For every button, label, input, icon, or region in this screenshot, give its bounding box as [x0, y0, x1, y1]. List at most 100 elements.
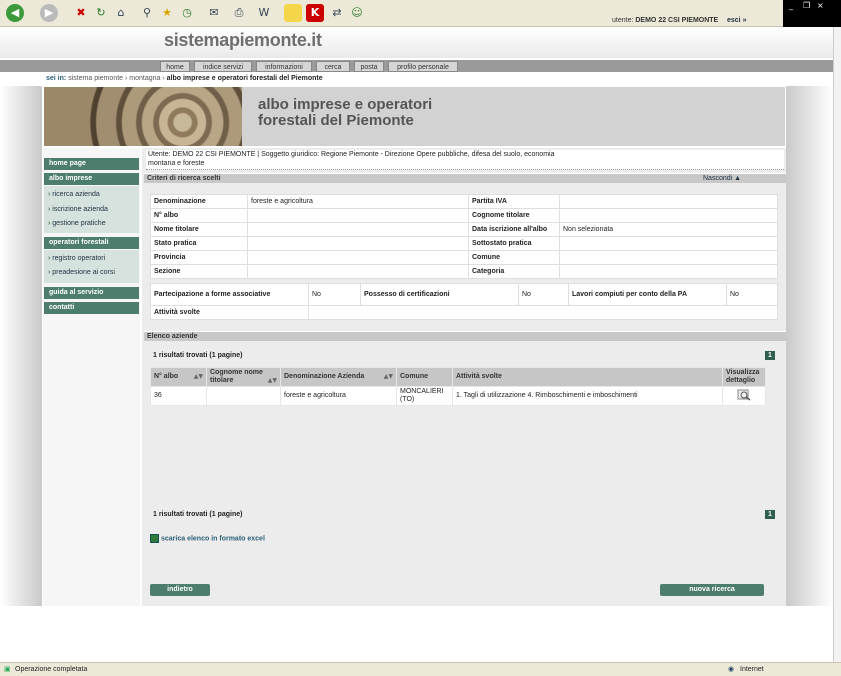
- certificazioni-label: Possesso di certificazioni: [360, 283, 519, 306]
- results-count-top: 1 risultati trovati (1 pagine): [153, 352, 243, 359]
- sidebar-guida[interactable]: guida al servizio: [44, 287, 139, 299]
- criteria-table: Denominazione foreste e agricoltura Part…: [150, 194, 778, 279]
- results-section-header: Elenco aziende: [144, 331, 786, 341]
- cell-attivita: 1. Tagli di utilizzazione 4. Rimboschime…: [452, 386, 723, 406]
- categoria-label: Categoria: [468, 264, 560, 279]
- top-nav: home indice servizi informazioni cerca p…: [0, 60, 833, 72]
- nav-indice-servizi[interactable]: indice servizi: [194, 61, 252, 72]
- denominazione-label: Denominazione: [150, 194, 248, 209]
- zone-text: Internet: [740, 666, 764, 673]
- stato-label: Stato pratica: [150, 236, 248, 251]
- page-number-top[interactable]: 1: [765, 351, 775, 360]
- back-button[interactable]: indietro: [150, 584, 210, 596]
- sidebar-home[interactable]: home page: [44, 158, 139, 170]
- col-titolare-label: Cognome nome titolare: [210, 369, 263, 384]
- internet-zone-icon: ◉: [728, 666, 735, 673]
- sottostato-value: [559, 236, 778, 251]
- attivita-value: [308, 305, 778, 320]
- messenger-icon[interactable]: ☺: [348, 4, 366, 22]
- kaspersky-icon[interactable]: K: [306, 4, 324, 22]
- sidebar-contatti[interactable]: contatti: [44, 302, 139, 314]
- window-controls: _ ❐ ×: [783, 0, 841, 27]
- criteria-section-header: Criteri di ricerca scelti: [144, 173, 786, 183]
- sort-icon[interactable]: ▲▼: [268, 377, 277, 385]
- home-icon[interactable]: ⌂: [112, 4, 130, 22]
- cognome-value: [559, 208, 778, 223]
- sort-icon[interactable]: ▲▼: [384, 373, 393, 381]
- stop-icon[interactable]: ✖: [72, 4, 90, 22]
- right-margin: [786, 86, 833, 606]
- close-icon[interactable]: ×: [817, 1, 824, 10]
- provincia-value: [247, 250, 469, 265]
- vertical-scrollbar[interactable]: [833, 27, 841, 662]
- piva-label: Partita IVA: [468, 194, 560, 209]
- site-header: sistemapiemonte.it: [0, 27, 833, 58]
- col-nalbo[interactable]: N° albo ▲▼: [150, 367, 207, 387]
- refresh-icon[interactable]: ↻: [92, 4, 110, 22]
- edit-icon[interactable]: W: [255, 4, 273, 22]
- magnifier-icon[interactable]: [737, 389, 751, 401]
- partecipazione-value: No: [308, 283, 361, 306]
- nav-profilo-personale[interactable]: profilo personale: [388, 61, 458, 72]
- excel-download-label: scarica elenco in formato excel: [161, 535, 265, 543]
- sidebar-item-iscrizione-azienda[interactable]: iscrizione azienda: [48, 206, 108, 213]
- sidebar-operatori-forestali[interactable]: operatori forestali: [44, 237, 139, 249]
- user-label: utente:: [612, 17, 634, 24]
- mail-icon[interactable]: ✉: [205, 4, 223, 22]
- lavori-label: Lavori compiuti per conto della PA: [568, 283, 727, 306]
- status-text: Operazione completata: [15, 666, 88, 673]
- nav-cerca[interactable]: cerca: [316, 61, 350, 72]
- hide-criteria-link[interactable]: Nascondi ▲: [703, 175, 741, 182]
- nav-informazioni[interactable]: informazioni: [256, 61, 312, 72]
- status-bar: ▣ Operazione completata ◉ Internet: [0, 662, 841, 676]
- lavori-value: No: [726, 283, 778, 306]
- sottostato-label: Sottostato pratica: [468, 236, 560, 251]
- results-count-bottom: 1 risultati trovati (1 pagine): [153, 511, 243, 518]
- breadcrumb-path[interactable]: sistema piemonte › montagna ›: [68, 75, 165, 82]
- logout-link[interactable]: esci »: [727, 17, 746, 24]
- cell-comune: MONCALIERI (TO): [396, 386, 453, 406]
- comune-value: [559, 250, 778, 265]
- excel-download-link[interactable]: scarica elenco in formato excel: [150, 534, 265, 543]
- nalbo-value: [247, 208, 469, 223]
- cell-nalbo: 36: [150, 386, 207, 406]
- piva-value: [559, 194, 778, 209]
- forward-icon[interactable]: ▶: [40, 4, 58, 22]
- page-number-bottom[interactable]: 1: [765, 510, 775, 519]
- breadcrumb-label: sei in:: [46, 75, 67, 82]
- favorites-icon[interactable]: ★: [158, 4, 176, 22]
- nav-home[interactable]: home: [160, 61, 190, 72]
- new-search-button[interactable]: nuova ricerca: [660, 584, 764, 596]
- breadcrumb-current: albo imprese e operatori forestali del P…: [166, 75, 323, 82]
- sort-icon[interactable]: ▲▼: [194, 373, 203, 381]
- sidebar-item-preadesione-corsi[interactable]: preadesione ai corsi: [48, 269, 115, 276]
- col-denominazione[interactable]: Denominazione Azienda ▲▼: [280, 367, 397, 387]
- search-icon[interactable]: ⚲: [138, 4, 156, 22]
- excel-icon: [150, 534, 159, 543]
- col-denominazione-label: Denominazione Azienda: [284, 373, 365, 380]
- site-title[interactable]: sistemapiemonte.it: [164, 30, 322, 51]
- folder-icon[interactable]: [284, 4, 302, 22]
- left-margin: [0, 86, 42, 606]
- breadcrumb: sei in: sistema piemonte › montagna › al…: [46, 75, 323, 82]
- col-nalbo-label: N° albo: [154, 373, 179, 380]
- data-iscrizione-value: Non selezionata: [559, 222, 778, 237]
- user-strip-line2: montana e foreste: [148, 160, 205, 167]
- sidebar-item-ricerca-azienda[interactable]: ricerca azienda: [48, 191, 99, 198]
- attivita-label: Attività svolte: [150, 305, 309, 320]
- sezione-value: [247, 264, 469, 279]
- sidebar-item-gestione-pratiche[interactable]: gestione pratiche: [48, 220, 105, 227]
- restore-icon[interactable]: ❐: [803, 1, 810, 10]
- minimize-icon[interactable]: _: [789, 1, 793, 10]
- back-icon[interactable]: ◀: [6, 4, 24, 22]
- translate-icon[interactable]: ⇄: [328, 4, 346, 22]
- col-dettaglio: Visualizza dettaglio: [722, 367, 766, 387]
- sidebar-albo-imprese[interactable]: albo imprese: [44, 173, 139, 185]
- sidebar-item-registro-operatori[interactable]: registro operatori: [48, 255, 105, 262]
- nome-value: [247, 222, 469, 237]
- table-row: 36 foreste e agricoltura MONCALIERI (TO)…: [150, 386, 766, 406]
- nav-posta[interactable]: posta: [354, 61, 384, 72]
- col-titolare[interactable]: Cognome nome titolare ▲▼: [206, 367, 281, 387]
- print-icon[interactable]: ⎙: [230, 4, 248, 22]
- history-icon[interactable]: ◷: [178, 4, 196, 22]
